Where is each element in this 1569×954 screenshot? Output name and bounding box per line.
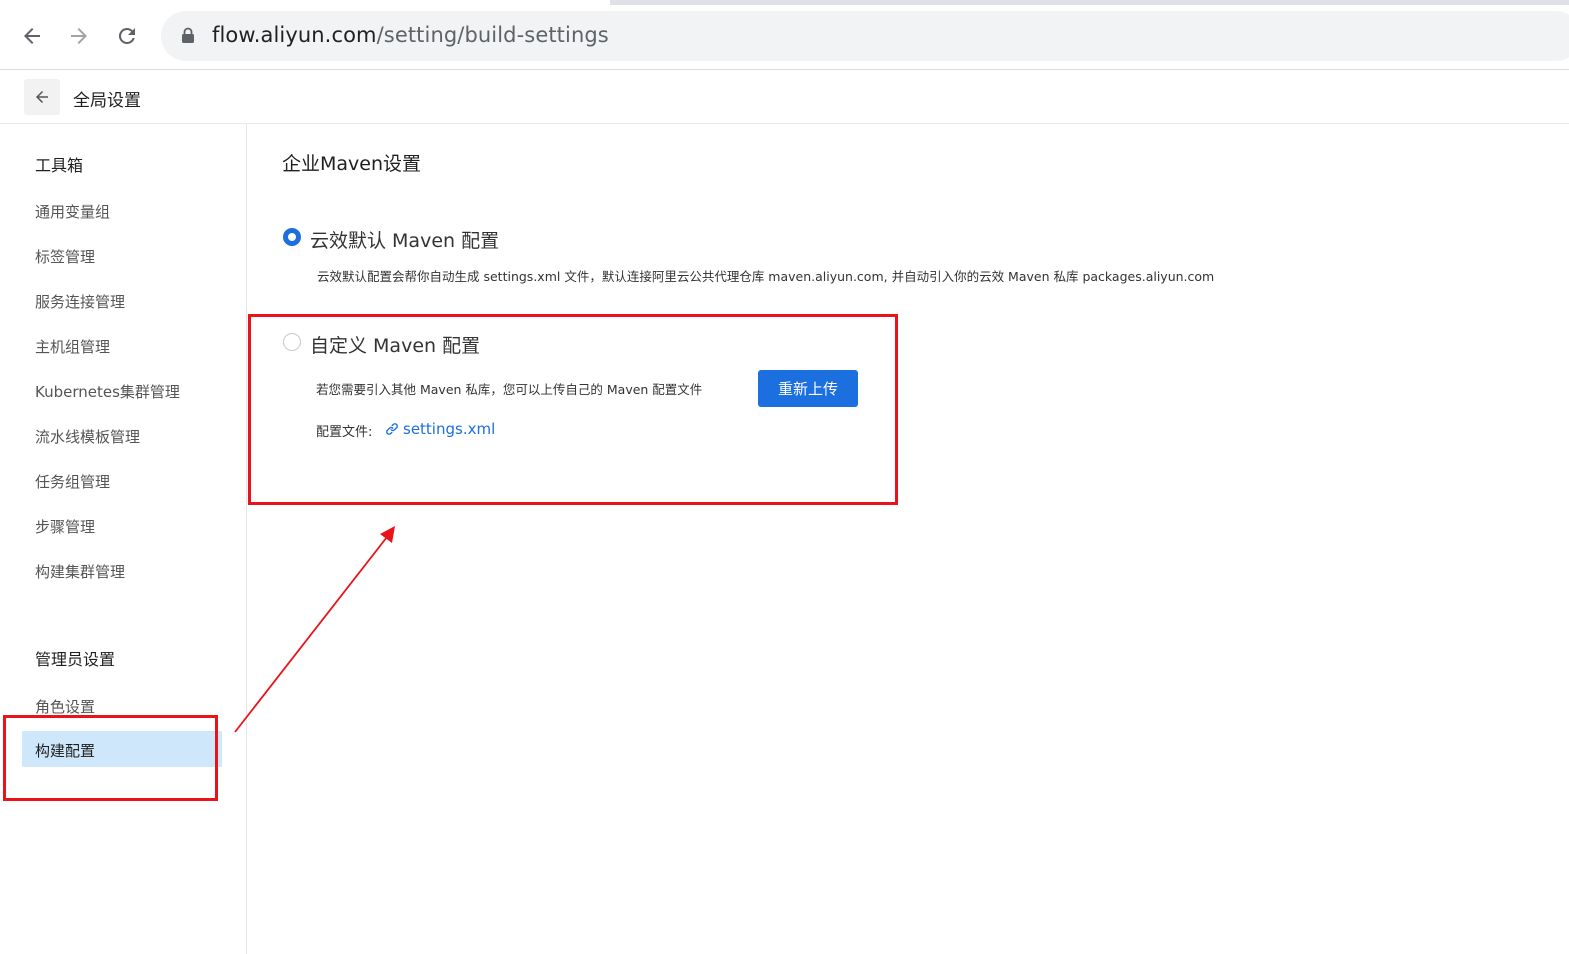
sidebar-item-host-groups[interactable]: 主机组管理 (35, 336, 110, 357)
sidebar-item-pipeline-templates[interactable]: 流水线模板管理 (35, 426, 140, 447)
reload-icon[interactable] (111, 20, 143, 52)
sidebar-item-roles[interactable]: 角色设置 (35, 696, 95, 717)
arrow-left-icon (36, 91, 48, 103)
app-header: 全局设置 (0, 70, 1569, 124)
sidebar-item-build-config-label[interactable]: 构建配置 (35, 740, 95, 761)
page-header-title: 全局设置 (73, 91, 141, 111)
option-default-label[interactable]: 云效默认 Maven 配置 (310, 226, 499, 253)
active-tab[interactable] (0, 0, 610, 5)
back-icon[interactable] (16, 20, 48, 52)
settings-file-link[interactable]: settings.xml (385, 420, 495, 438)
reupload-button[interactable]: 重新上传 (758, 370, 858, 407)
lock-icon (182, 27, 194, 43)
sidebar: 工具箱 通用变量组 标签管理 服务连接管理 主机组管理 Kubernetes集群… (0, 124, 247, 954)
sidebar-item-kubernetes-clusters[interactable]: Kubernetes集群管理 (35, 381, 180, 402)
forward-icon[interactable] (63, 20, 95, 52)
address-bar[interactable]: flow.aliyun.com/setting/build-settings (161, 11, 1569, 61)
back-button[interactable] (24, 79, 60, 115)
url-path: /setting/build-settings (376, 23, 609, 47)
tab-strip (0, 0, 1569, 5)
sidebar-item-variable-groups[interactable]: 通用变量组 (35, 201, 110, 222)
sidebar-heading-admin: 管理员设置 (35, 650, 116, 669)
radio-default-maven[interactable] (283, 228, 301, 246)
settings-file-name[interactable]: settings.xml (403, 420, 495, 438)
browser-toolbar: flow.aliyun.com/setting/build-settings (0, 0, 1569, 70)
sidebar-item-build-clusters[interactable]: 构建集群管理 (35, 561, 125, 582)
page-title: 企业Maven设置 (282, 153, 422, 175)
config-file-label: 配置文件: (316, 425, 373, 440)
radio-custom-maven[interactable] (283, 333, 301, 351)
sidebar-item-task-groups[interactable]: 任务组管理 (35, 471, 110, 492)
sidebar-item-steps[interactable]: 步骤管理 (35, 516, 95, 537)
sidebar-item-service-connections[interactable]: 服务连接管理 (35, 291, 125, 312)
sidebar-heading-toolbox: 工具箱 (35, 156, 84, 175)
option-custom-label[interactable]: 自定义 Maven 配置 (310, 331, 480, 358)
option-custom-description: 若您需要引入其他 Maven 私库，您可以上传自己的 Maven 配置文件 (316, 382, 703, 397)
url-text[interactable]: flow.aliyun.com/setting/build-settings (212, 23, 609, 47)
url-host: flow.aliyun.com (212, 23, 377, 47)
sidebar-item-tags[interactable]: 标签管理 (35, 246, 95, 267)
link-icon (386, 423, 398, 435)
option-default-description: 云效默认配置会帮你自动生成 settings.xml 文件，默认连接阿里云公共代… (317, 269, 1215, 284)
